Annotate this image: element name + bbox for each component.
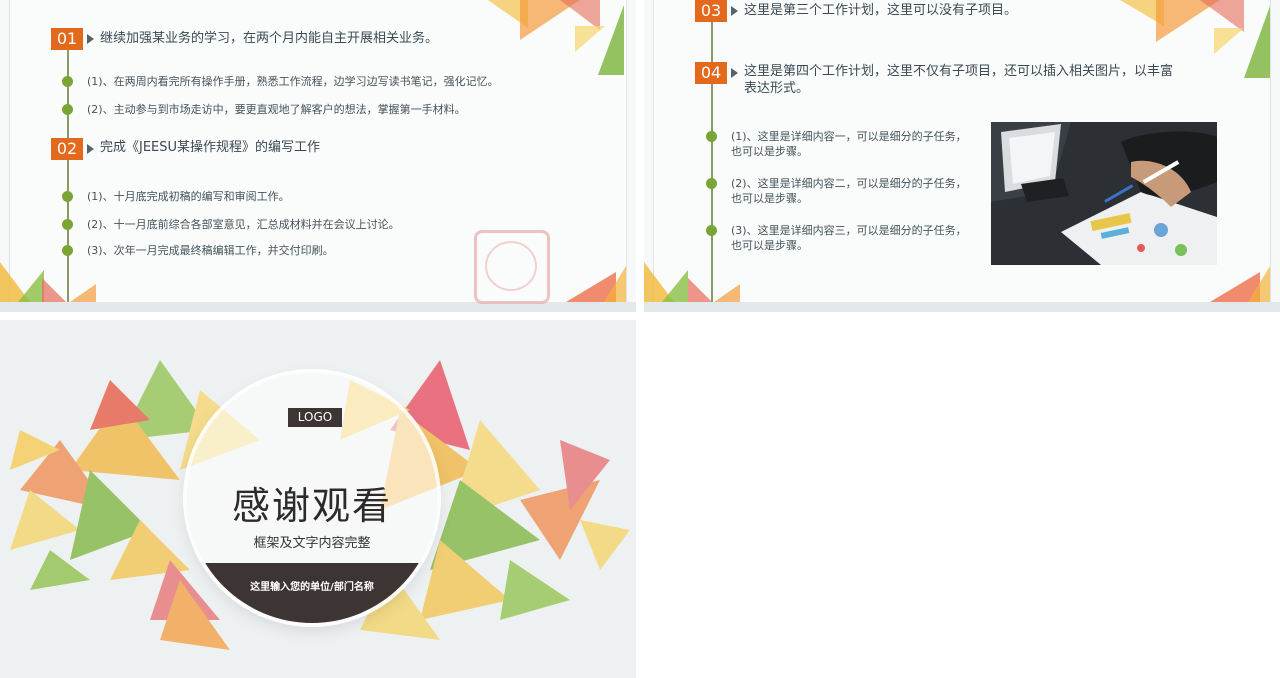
slide-work-plan-2[interactable]: 03 这里是第三个工作计划，这里可以没有子项目。 04 这里是第四个工作计划，这…: [644, 0, 1280, 312]
decor-triangle: [1244, 6, 1270, 78]
section-heading-line1: 这里是第四个工作计划，这里不仅有子项目，还可以插入相关图片，以丰富: [744, 64, 1174, 79]
business-photo-image: [991, 122, 1217, 265]
list-item: (2)、十一月底前综合各部室意见，汇总成材料并在会议上讨论。: [87, 218, 400, 231]
section-heading: 这里是第三个工作计划，这里可以没有子项目。: [744, 3, 1018, 18]
section-number-badge: 03: [695, 0, 727, 22]
section-heading: 继续加强某业务的学习，在两个月内能自主开展相关业务。: [100, 31, 439, 46]
circle-dark-band: [187, 563, 437, 623]
list-item: (1)、在两周内看完所有操作手册，熟悉工作流程，边学习边写读书笔记，强化记忆。: [87, 75, 499, 88]
slide-bottom-band: [644, 302, 1280, 312]
bullet-dot-icon: [706, 131, 717, 142]
list-item-line1: (2)、这里是详细内容二，可以是细分的子任务，: [731, 177, 967, 190]
bullet-dot-icon: [706, 178, 717, 189]
list-item: (1)、十月底完成初稿的编写和审阅工作。: [87, 190, 290, 203]
arrow-right-icon: [731, 6, 738, 16]
decor-triangle: [688, 278, 712, 302]
list-item: (3)、次年一月完成最终稿编辑工作，并交付印刷。: [87, 244, 334, 257]
decor-triangle: [575, 26, 605, 52]
arrow-right-icon: [87, 144, 94, 154]
decor-triangle: [714, 284, 740, 302]
empty-canvas-area: [644, 320, 1280, 678]
seal-stamp-icon: [474, 230, 550, 304]
section-heading-line2: 表达形式。: [744, 81, 810, 96]
bullet-dot-icon: [62, 219, 73, 230]
arrow-right-icon: [731, 68, 738, 78]
list-item: (2)、主动参与到市场走访中，要更直观地了解客户的想法，掌握第一手材料。: [87, 103, 466, 116]
decor-triangle: [604, 266, 626, 302]
decor-triangle: [42, 278, 66, 302]
decor-triangle: [70, 284, 96, 302]
decor-triangle: [1248, 266, 1270, 302]
section-heading: 完成《JEESU某操作规程》的编写工作: [100, 140, 321, 155]
section-number-badge: 01: [51, 28, 83, 50]
bullet-dot-icon: [62, 104, 73, 115]
section-number-badge: 02: [51, 138, 83, 160]
list-item-line2: 也可以是步骤。: [731, 192, 808, 205]
list-item-line1: (3)、这里是详细内容三，可以是细分的子任务，: [731, 224, 967, 237]
decor-triangle: [662, 270, 688, 302]
section-number-badge: 04: [695, 62, 727, 84]
thank-you-subtitle: 框架及文字内容完整: [253, 536, 371, 551]
arrow-right-icon: [87, 34, 94, 44]
slide-thank-you[interactable]: LOGO 感谢观看 框架及文字内容完整 这里输入您的单位/部门名称: [0, 320, 636, 678]
thank-you-title: 感谢观看: [231, 484, 392, 528]
logo-badge: LOGO: [288, 408, 342, 427]
bullet-dot-icon: [62, 76, 73, 87]
organization-name: 这里输入您的单位/部门名称: [250, 582, 374, 593]
decor-triangle: [1214, 28, 1244, 54]
bullet-dot-icon: [62, 245, 73, 256]
list-item-line2: 也可以是步骤。: [731, 145, 808, 158]
bullet-dot-icon: [62, 191, 73, 202]
decor-triangle: [18, 270, 44, 302]
slide-work-plan-1[interactable]: 01 继续加强某业务的学习，在两个月内能自主开展相关业务。 (1)、在两周内看完…: [0, 0, 636, 312]
list-item-line2: 也可以是步骤。: [731, 239, 808, 252]
list-item-line1: (1)、这里是详细内容一，可以是细分的子任务，: [731, 130, 967, 143]
bullet-dot-icon: [706, 225, 717, 236]
